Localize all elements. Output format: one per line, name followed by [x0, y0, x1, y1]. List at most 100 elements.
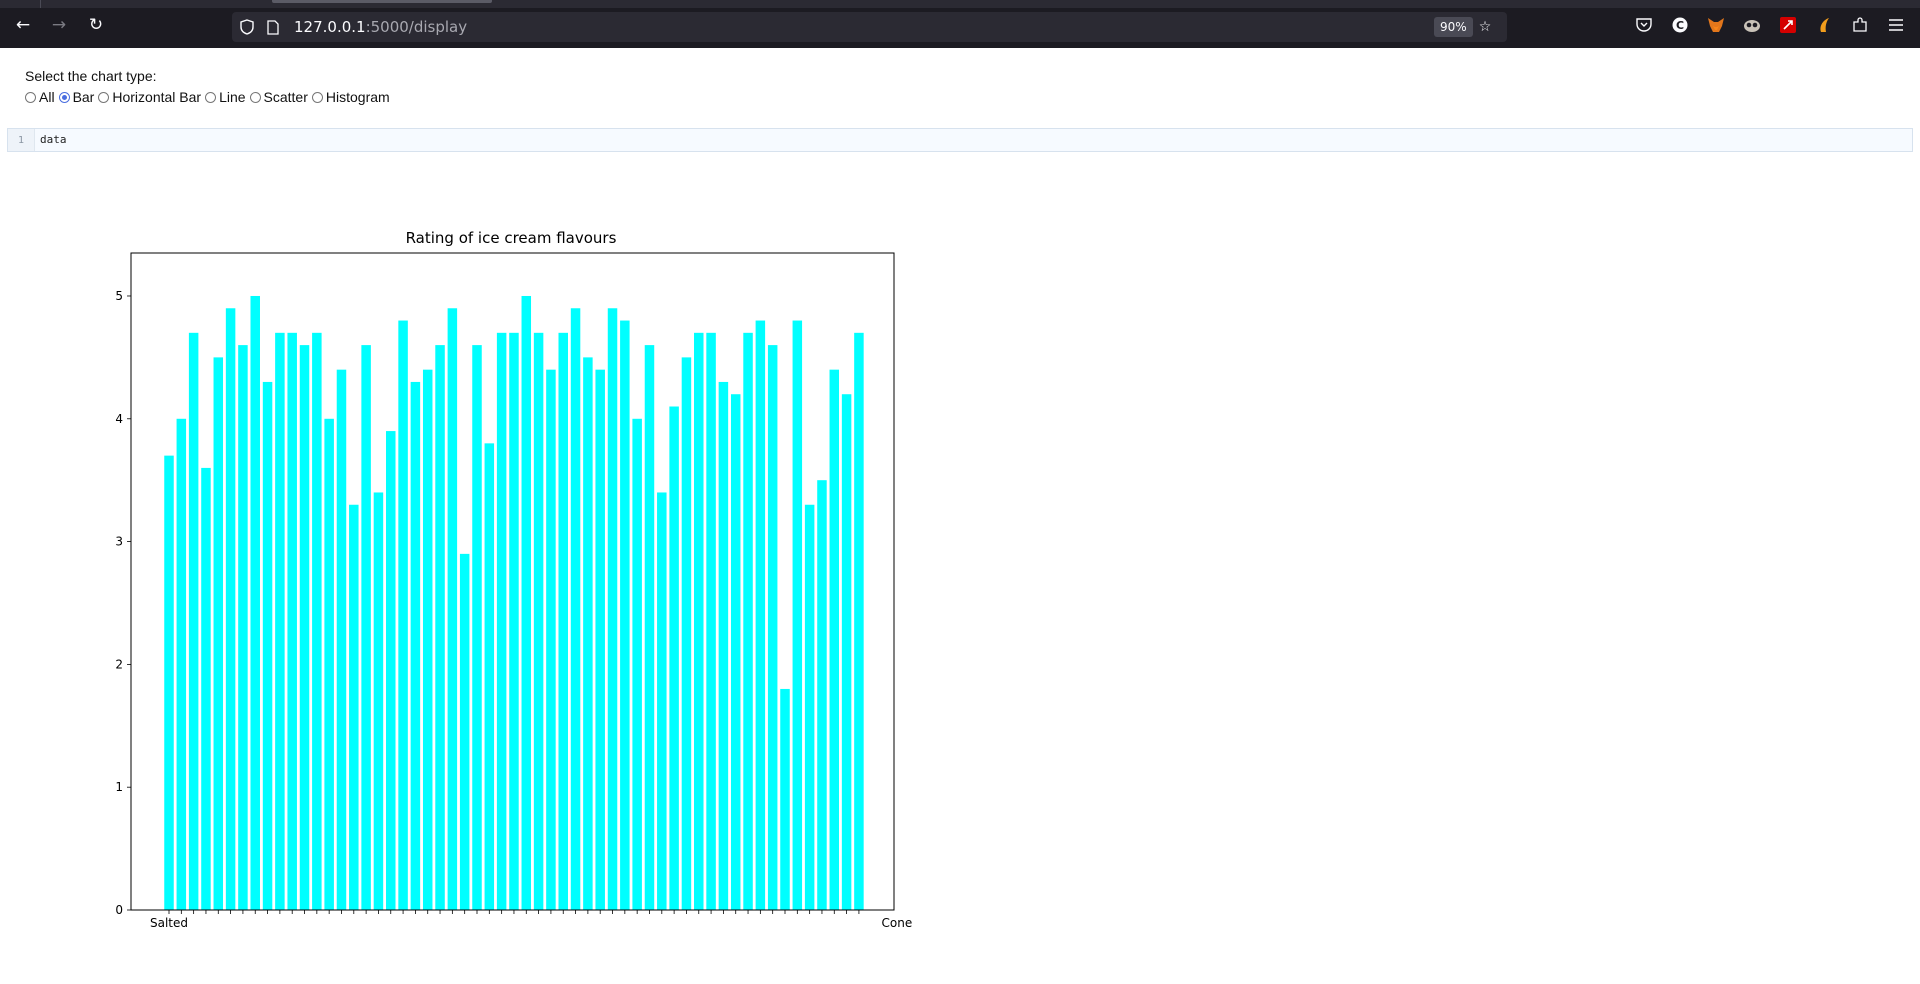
url-text[interactable]: 127.0.0.1:5000/display	[294, 18, 467, 36]
bar	[459, 553, 470, 910]
forward-arrow-icon[interactable]: →	[48, 14, 70, 36]
x-axis: Salted Cone	[150, 910, 912, 930]
page-icon[interactable]	[264, 18, 282, 36]
radio-button[interactable]	[249, 91, 261, 103]
tab-separator	[40, 0, 41, 8]
x-tick-label-first: Salted	[150, 916, 188, 930]
radio-label: Bar	[72, 89, 95, 105]
radio-button[interactable]	[58, 91, 70, 103]
chart-title: Rating of ice cream flavours	[406, 229, 617, 247]
radio-option-horizontal-bar[interactable]: Horizontal Bar	[98, 89, 201, 105]
radio-option-line[interactable]: Line	[205, 89, 246, 105]
bookmark-star-icon[interactable]: ☆	[1476, 18, 1494, 36]
shield-icon[interactable]	[238, 18, 256, 36]
bar	[373, 492, 384, 910]
bar	[312, 332, 322, 910]
radio-option-all[interactable]: All	[25, 89, 55, 105]
bar	[644, 345, 655, 911]
y-tick-label: 4	[115, 412, 123, 426]
bar	[706, 332, 716, 910]
radio-option-scatter[interactable]: Scatter	[249, 89, 308, 105]
radio-button[interactable]	[205, 91, 217, 103]
bar	[238, 345, 248, 911]
zoom-level-badge[interactable]: 90%	[1434, 17, 1473, 37]
bar	[829, 369, 840, 910]
bar	[854, 332, 864, 910]
bar	[607, 308, 618, 910]
bar	[447, 308, 458, 910]
bar	[595, 369, 605, 910]
bar-chart: Rating of ice cream flavours 0 1 2 3 4 5 Salt…	[115, 229, 912, 930]
bar	[472, 345, 482, 911]
url-path: :5000/display	[365, 18, 468, 36]
y-tick-label: 2	[115, 657, 123, 671]
y-axis: 0 1 2 3 4 5	[115, 289, 131, 917]
bar	[213, 357, 224, 910]
bar	[509, 332, 519, 910]
bar	[767, 345, 778, 911]
metamask-fox-icon[interactable]	[1706, 15, 1726, 35]
bar	[792, 320, 803, 910]
radio-option-bar[interactable]: Bar	[58, 89, 95, 105]
bar	[435, 345, 445, 911]
bar	[262, 381, 273, 910]
bar	[324, 418, 334, 910]
radio-option-histogram[interactable]: Histogram	[311, 89, 390, 105]
tab-strip	[0, 0, 1920, 8]
owl-extension-icon[interactable]	[1742, 15, 1762, 35]
bar	[718, 381, 729, 910]
bar	[804, 504, 815, 910]
red-extension-icon[interactable]	[1778, 15, 1798, 35]
page-content: Select the chart type: All Bar Horizonta…	[0, 48, 1920, 984]
radio-label: Horizontal Bar	[112, 89, 202, 105]
bar	[484, 443, 495, 910]
bar	[386, 431, 396, 910]
y-tick-label: 5	[115, 289, 123, 303]
bar	[299, 345, 310, 911]
x-tick-label-last: Cone	[882, 916, 913, 930]
radio-button[interactable]	[25, 91, 36, 103]
code-editor[interactable]: 1 data	[7, 128, 1913, 152]
bar	[422, 369, 433, 910]
active-tab[interactable]	[272, 0, 492, 3]
code-line[interactable]: data	[40, 129, 67, 151]
radio-button[interactable]	[311, 91, 323, 103]
bar	[496, 332, 507, 910]
y-tick-label: 1	[115, 780, 123, 794]
bar	[583, 357, 593, 910]
bar	[533, 332, 544, 910]
bar	[176, 418, 187, 910]
bar	[275, 332, 285, 910]
back-arrow-icon[interactable]: ←	[12, 14, 34, 36]
bar	[780, 688, 790, 910]
y-tick-label: 3	[115, 535, 123, 549]
bar	[570, 308, 581, 910]
bar	[398, 320, 408, 910]
bar	[336, 369, 347, 910]
bar	[410, 381, 421, 910]
orange-extension-icon[interactable]	[1814, 15, 1834, 35]
svg-text:C: C	[1676, 19, 1684, 32]
radio-label: Line	[219, 89, 246, 105]
bar	[817, 480, 827, 910]
bar	[632, 418, 642, 910]
radio-button[interactable]	[98, 91, 110, 103]
bar	[201, 467, 211, 910]
bar	[743, 332, 753, 910]
bar	[730, 394, 741, 911]
browser-toolbar: ← → ↻ 127.0.0.1:5000/display 90% ☆ C	[0, 0, 1920, 48]
bar	[546, 369, 556, 910]
y-tick-label: 0	[115, 903, 123, 917]
bars-group	[164, 295, 864, 911]
bar	[841, 394, 852, 911]
menu-icon[interactable]	[1886, 15, 1906, 35]
radio-label: Histogram	[325, 89, 390, 105]
reload-icon[interactable]: ↻	[85, 14, 107, 36]
address-bar[interactable]: 127.0.0.1:5000/display 90% ☆	[232, 12, 1507, 42]
radio-label: Scatter	[263, 89, 308, 105]
extensions-puzzle-icon[interactable]	[1850, 15, 1870, 35]
bar	[164, 455, 174, 910]
extension-c-icon[interactable]: C	[1670, 15, 1690, 35]
pocket-icon[interactable]	[1634, 15, 1654, 35]
bar	[250, 295, 260, 911]
